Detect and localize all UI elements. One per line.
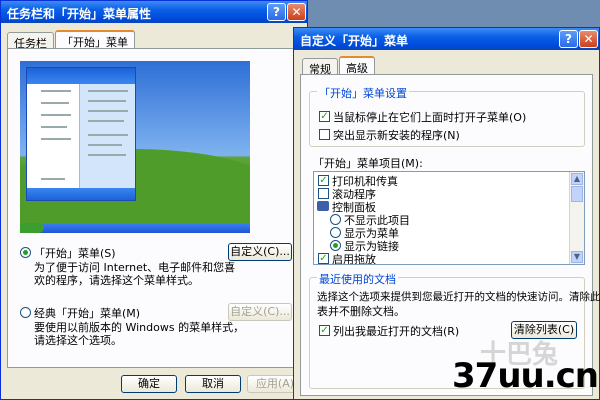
right-dialog-title: 自定义「开始」菜单	[300, 34, 409, 48]
show-as-menu-radio[interactable]	[330, 227, 341, 238]
enable-drag-drop-label[interactable]: 启用拖放	[332, 251, 376, 264]
left-dialog-titlebar[interactable]: 任务栏和「开始」菜单属性	[1, 1, 307, 23]
cancel-button[interactable]: 取消	[185, 375, 241, 393]
items-list-scrollbar[interactable]: ▲ ▼	[569, 172, 584, 264]
taskbar-start-menu-properties-dialog: 任务栏和「开始」菜单属性 ? ✕ 任务栏 「开始」菜单 「开始」菜单(S) 为了…	[0, 0, 308, 400]
right-dialog-titlebar[interactable]: 自定义「开始」菜单	[294, 28, 599, 50]
preview-start-button	[20, 223, 44, 233]
chevron-up-icon: ▲	[573, 174, 581, 183]
start-menu-items-list[interactable]: ✓ 打印机和传真 滚动程序 控制面板 不显示此项目 显示为菜单 显示为链接 ✓ …	[313, 171, 585, 265]
help-icon: ?	[565, 32, 572, 46]
list-recent-documents-checkbox[interactable]: ✓	[319, 325, 330, 336]
left-close-button[interactable]: ✕	[287, 3, 306, 21]
check-icon: ✓	[320, 111, 329, 122]
check-icon: ✓	[319, 253, 328, 264]
recent-documents-description-line1: 选择这个选项来提供到您最近打开的文档的快速访问。清除此列	[317, 291, 600, 303]
open-submenu-checkbox[interactable]: ✓	[319, 111, 330, 122]
close-icon: ✕	[291, 5, 302, 19]
close-icon: ✕	[583, 32, 594, 46]
recent-documents-description-line2: 表并不删除文档。	[317, 305, 405, 318]
list-recent-documents-label[interactable]: 列出我最近打开的文档(R)	[333, 323, 459, 339]
help-icon: ?	[273, 5, 280, 19]
start-menu-description-line2: 欢的程序，请选择这个菜单样式。	[34, 274, 199, 287]
scroll-programs-checkbox[interactable]	[318, 188, 329, 199]
classic-start-menu-radio[interactable]	[20, 307, 31, 318]
preview-start-menu	[26, 67, 136, 201]
ok-button[interactable]: 确定	[121, 375, 177, 393]
check-icon: ✓	[319, 175, 328, 186]
show-as-link-radio[interactable]	[330, 240, 341, 251]
left-dialog-title: 任务栏和「开始」菜单属性	[7, 7, 152, 21]
left-tab-panel: 「开始」菜单(S) 为了便于访问 Internet、电子邮件和您喜 欢的程序，请…	[7, 48, 301, 368]
start-menu-preview-image	[20, 61, 250, 233]
recent-documents-title: 最近使用的文档	[317, 271, 398, 287]
scroll-up-arrow[interactable]: ▲	[571, 173, 583, 185]
classic-customize-button[interactable]: 自定义(C)...	[228, 303, 292, 321]
classic-description-line2: 请选择这个选项。	[34, 334, 122, 347]
printers-faxes-checkbox[interactable]: ✓	[318, 175, 329, 186]
check-icon: ✓	[320, 325, 329, 336]
start-menu-radio[interactable]	[20, 247, 31, 258]
right-close-button[interactable]: ✕	[579, 30, 598, 48]
open-submenu-label[interactable]: 当鼠标停止在它们上面时打开子菜单(O)	[333, 109, 526, 125]
scroll-down-arrow[interactable]: ▼	[571, 251, 583, 263]
enable-drag-drop-checkbox[interactable]: ✓	[318, 253, 329, 264]
left-help-button[interactable]: ?	[267, 3, 286, 21]
highlight-new-programs-checkbox[interactable]	[319, 129, 330, 140]
chevron-down-icon: ▼	[573, 252, 581, 261]
start-menu-customize-button[interactable]: 自定义(C)...	[228, 243, 292, 261]
start-menu-settings-title: 「开始」菜单设置	[317, 85, 409, 101]
right-help-button[interactable]: ?	[559, 30, 578, 48]
preview-taskbar	[20, 223, 250, 233]
scroll-thumb[interactable]	[571, 186, 583, 202]
hide-item-radio[interactable]	[330, 214, 341, 225]
start-menu-items-title: 「开始」菜单项目(M):	[313, 157, 423, 170]
watermark-text: 37uu.cn	[452, 356, 599, 396]
control-panel-folder-icon	[317, 201, 329, 211]
highlight-new-programs-label[interactable]: 突出显示新安装的程序(N)	[333, 127, 460, 143]
